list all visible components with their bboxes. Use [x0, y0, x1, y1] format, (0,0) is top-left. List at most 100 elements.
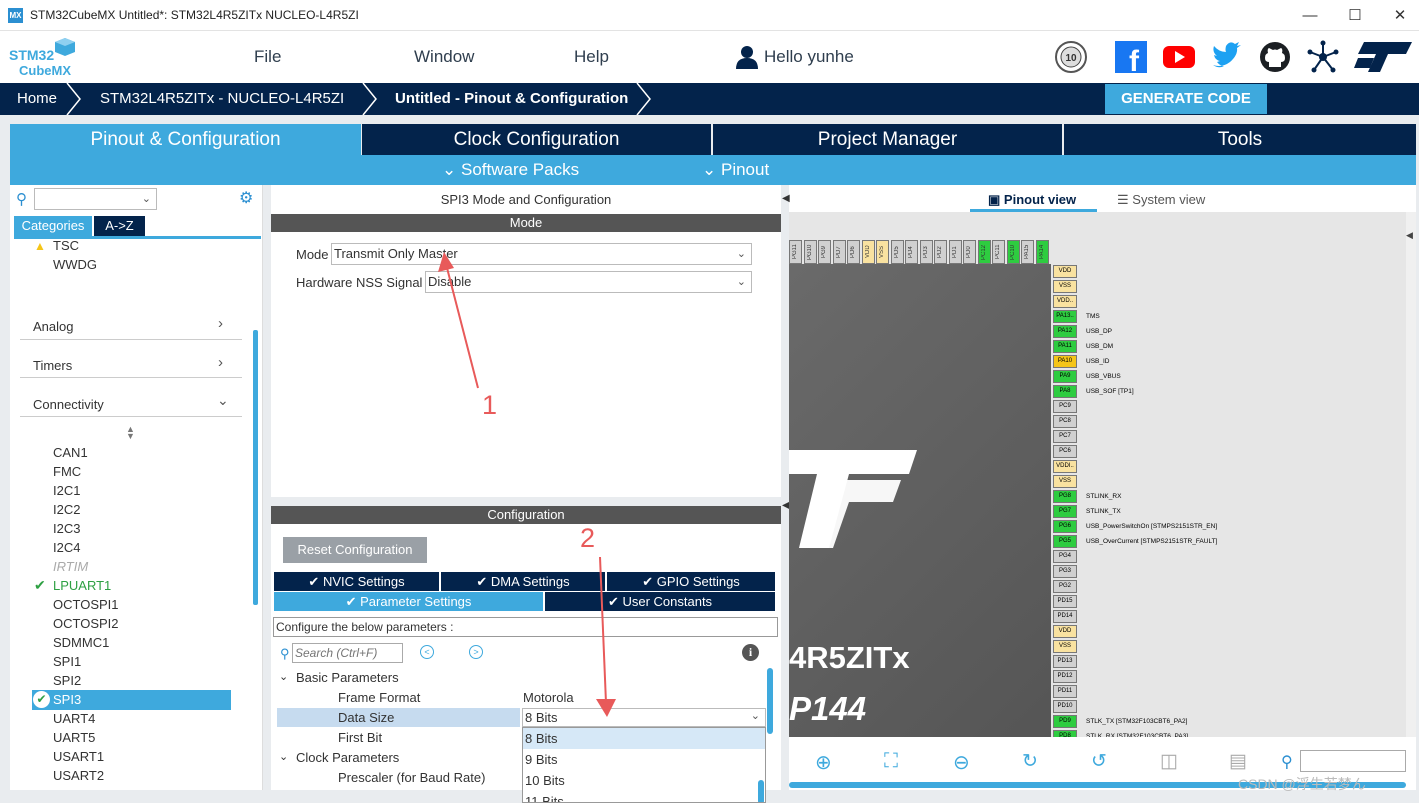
pin-right[interactable]: PD9: [1053, 715, 1077, 728]
pin-right[interactable]: PA13..: [1053, 310, 1077, 323]
pin-top[interactable]: PC11: [992, 240, 1005, 264]
pin-right[interactable]: PG8: [1053, 490, 1077, 503]
list-item-i2c2[interactable]: I2C2: [53, 502, 80, 517]
pin-top[interactable]: VSS: [876, 240, 889, 264]
tab-dma-settings[interactable]: ✔ DMA Settings: [441, 572, 605, 591]
list-item[interactable]: TSC: [53, 238, 79, 253]
zoom-out-icon[interactable]: ⊖: [953, 750, 970, 775]
github-icon[interactable]: [1258, 40, 1292, 74]
list-item-fmc[interactable]: FMC: [53, 464, 81, 479]
pin-right[interactable]: PC8: [1053, 415, 1077, 428]
pin-right[interactable]: PA11: [1053, 340, 1077, 353]
list-item-sdmmc1[interactable]: SDMMC1: [53, 635, 109, 650]
breadcrumb-home[interactable]: Home: [17, 83, 57, 115]
list-item-can1[interactable]: CAN1: [53, 445, 88, 460]
st-logo[interactable]: [1354, 40, 1414, 77]
config-scrollbar[interactable]: [767, 668, 773, 734]
tab-tools[interactable]: Tools: [1064, 124, 1416, 155]
chevron-down-icon[interactable]: ⌄: [279, 670, 288, 683]
pin-right[interactable]: PG6: [1053, 520, 1077, 533]
pin-right[interactable]: PC7: [1053, 430, 1077, 443]
pin-right[interactable]: PG7: [1053, 505, 1077, 518]
software-packs-menu[interactable]: ⌄ Software Packs: [442, 155, 579, 185]
parameter-search-input[interactable]: [292, 643, 403, 663]
pin-right[interactable]: VSS: [1053, 640, 1077, 653]
pin-right[interactable]: PD15: [1053, 595, 1077, 608]
zoom-in-icon[interactable]: ⊕: [815, 750, 832, 775]
pin-top[interactable]: PD6: [847, 240, 860, 264]
pin-top[interactable]: PD7: [832, 240, 846, 264]
list-item-usart1[interactable]: USART1: [53, 749, 104, 764]
splitter[interactable]: [264, 185, 271, 790]
list-item-spi1[interactable]: SPI1: [53, 654, 81, 669]
list-item-irtim[interactable]: IRTIM: [53, 559, 88, 574]
data-size-row[interactable]: [277, 708, 520, 727]
pinout-vertical-scrollbar[interactable]: [1406, 212, 1416, 737]
pin-top[interactable]: VDD: [861, 240, 875, 264]
clock-parameters-group[interactable]: Clock Parameters: [296, 750, 399, 765]
system-view-tab[interactable]: ☰ System view: [1117, 192, 1205, 208]
group-analog[interactable]: Analog: [33, 319, 73, 334]
tab-project-manager[interactable]: Project Manager: [713, 124, 1062, 155]
pin-top[interactable]: PG10: [803, 240, 817, 264]
menu-help[interactable]: Help: [574, 47, 609, 67]
pin-right[interactable]: VDD..: [1053, 295, 1077, 308]
anniversary-badge-icon[interactable]: 10: [1054, 40, 1088, 74]
pin-right[interactable]: PD13: [1053, 655, 1077, 668]
next-icon[interactable]: >: [469, 645, 483, 659]
chevron-down-icon[interactable]: ⌄: [279, 750, 288, 763]
list-item-usart2[interactable]: USART2: [53, 768, 104, 783]
pin-right[interactable]: PD12: [1053, 670, 1077, 683]
pin-right[interactable]: PG3: [1053, 565, 1077, 578]
group-timers[interactable]: Timers: [33, 358, 72, 373]
breadcrumb-board[interactable]: STM32L4R5ZITx - NUCLEO-L4R5ZI: [100, 83, 344, 115]
list-item-octospi1[interactable]: OCTOSPI1: [53, 597, 119, 612]
pin-top[interactable]: PA15: [1021, 240, 1034, 264]
tab-a-z[interactable]: A->Z: [94, 216, 145, 236]
pin-top[interactable]: PC12: [977, 240, 991, 264]
pin-right[interactable]: VDDI..: [1053, 460, 1077, 473]
tab-user-constants[interactable]: ✔ User Constants: [545, 592, 775, 611]
pin-right[interactable]: PC9: [1053, 400, 1077, 413]
generate-code-button[interactable]: GENERATE CODE: [1105, 84, 1267, 114]
pin-search-input[interactable]: [1300, 750, 1406, 772]
pin-top[interactable]: PG11: [789, 240, 802, 264]
pin-top[interactable]: PD5: [890, 240, 904, 264]
list-item-spi2[interactable]: SPI2: [53, 673, 81, 688]
gear-icon[interactable]: ⚙: [239, 188, 253, 208]
sort-icon[interactable]: ▲ ▼: [126, 425, 135, 441]
pin-right[interactable]: PA8: [1053, 385, 1077, 398]
pin-right[interactable]: VSS: [1053, 280, 1077, 293]
info-icon[interactable]: i: [742, 644, 759, 661]
list-item-lpuart1[interactable]: LPUART1: [53, 578, 111, 593]
tab-gpio-settings[interactable]: ✔ GPIO Settings: [607, 572, 775, 591]
breadcrumb-current[interactable]: Untitled - Pinout & Configuration: [395, 83, 628, 115]
tab-clock-configuration[interactable]: Clock Configuration: [362, 124, 711, 155]
pin-top[interactable]: PD1: [948, 240, 962, 264]
pin-top[interactable]: PC10: [1006, 240, 1020, 264]
tab-parameter-settings[interactable]: ✔ Parameter Settings: [274, 592, 543, 611]
pin-right[interactable]: PG5: [1053, 535, 1077, 548]
network-share-icon[interactable]: [1306, 40, 1340, 74]
pinout-menu[interactable]: ⌄ Pinout: [702, 155, 769, 185]
tab-categories[interactable]: Categories: [14, 216, 92, 236]
group-connectivity[interactable]: Connectivity: [33, 397, 104, 412]
close-icon[interactable]: ✕: [1390, 6, 1410, 26]
collapse-left-icon[interactable]: ◀: [782, 193, 790, 204]
pin-top[interactable]: PD2: [934, 240, 947, 264]
pin-right[interactable]: PA10: [1053, 355, 1077, 368]
pin-right[interactable]: PC6: [1053, 445, 1077, 458]
dropdown-option[interactable]: 10 Bits: [523, 770, 765, 791]
tab-pinout-configuration[interactable]: Pinout & Configuration: [10, 124, 361, 155]
menu-window[interactable]: Window: [414, 47, 474, 67]
dropdown-scrollbar[interactable]: [758, 780, 764, 802]
facebook-icon[interactable]: f: [1114, 40, 1148, 78]
data-size-select[interactable]: 8 Bits ⌄: [522, 708, 766, 727]
pin-right[interactable]: VSS: [1053, 475, 1077, 488]
basic-parameters-group[interactable]: Basic Parameters: [296, 670, 399, 685]
left-scrollbar[interactable]: [253, 330, 258, 605]
list-item-spi3[interactable]: SPI3: [53, 692, 81, 707]
rotate-right-icon[interactable]: ↻: [1022, 750, 1038, 773]
fit-screen-icon[interactable]: ⛶: [884, 750, 898, 773]
tab-nvic-settings[interactable]: ✔ NVIC Settings: [274, 572, 439, 591]
